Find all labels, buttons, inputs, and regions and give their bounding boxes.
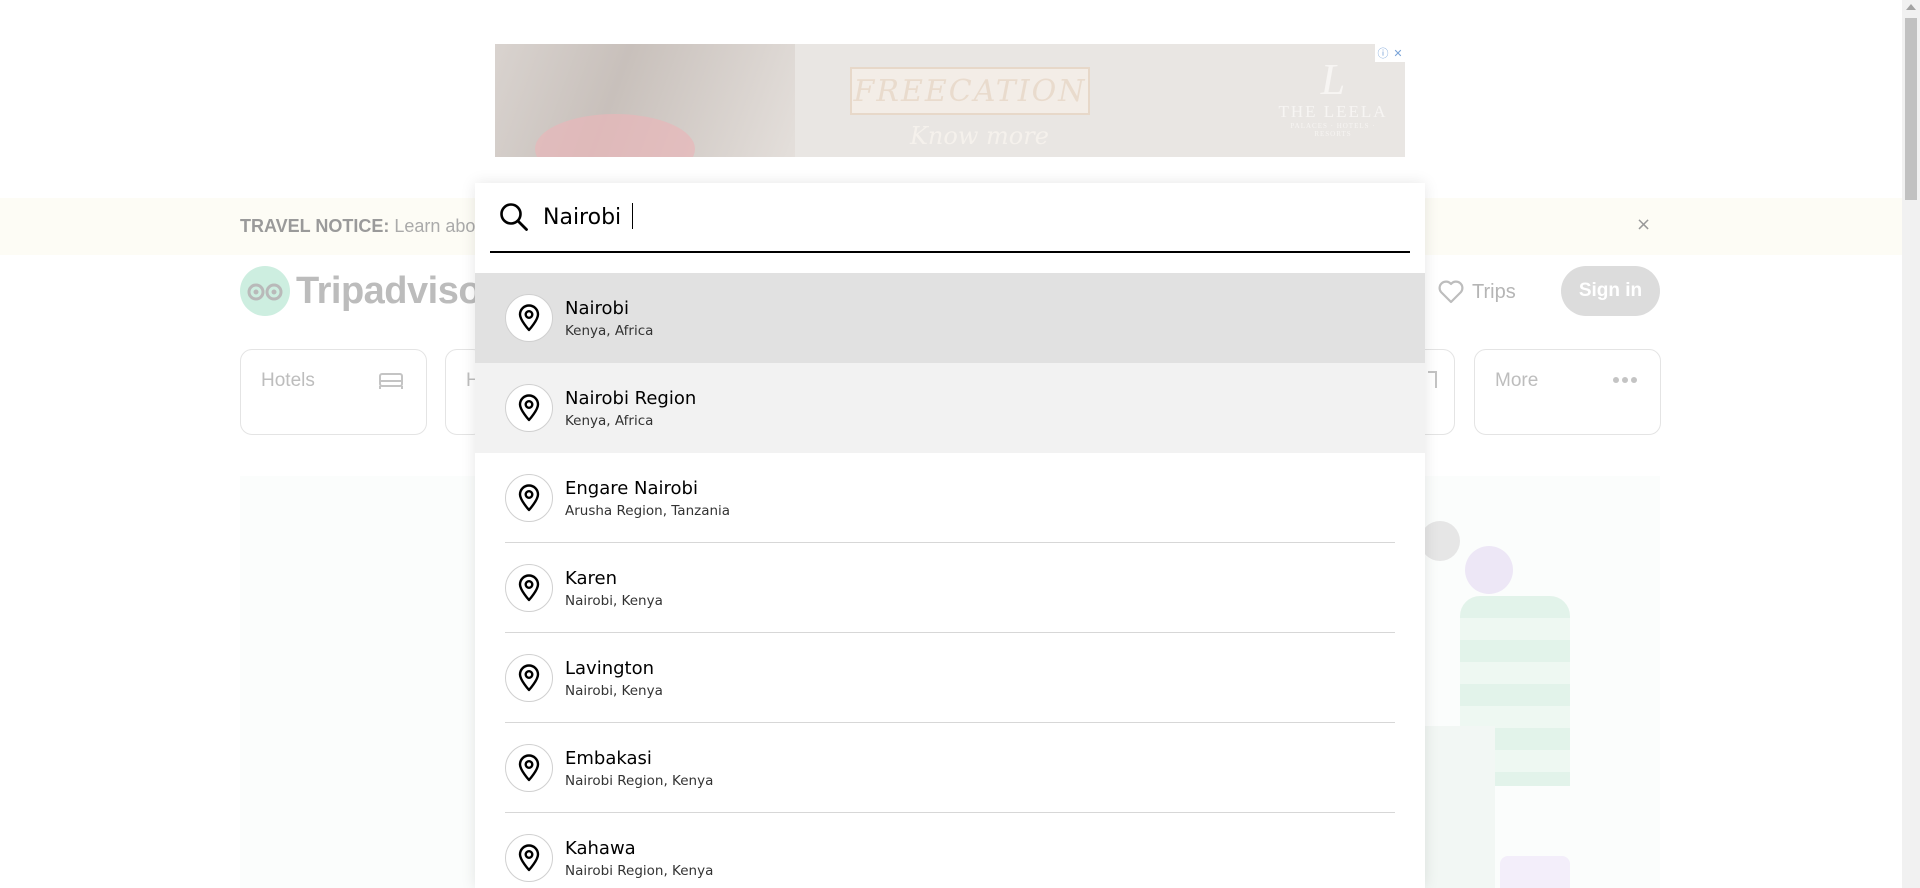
result-title: Lavington <box>565 658 655 679</box>
ad-brand-name: THE LEELA <box>1278 102 1388 121</box>
search-dropdown-panel: Nairobi Kenya, Africa Nairobi Region Ken… <box>475 183 1425 888</box>
search-result-item[interactable]: Embakasi Nairobi Region, Kenya <box>475 723 1425 813</box>
notice-close-icon[interactable]: × <box>1636 214 1651 235</box>
scroll-up-arrow-icon[interactable] <box>1906 4 1916 10</box>
ad-brand-mark: L <box>1320 55 1346 104</box>
travel-notice-text: TRAVEL NOTICE: Learn abo <box>240 216 475 237</box>
search-icon <box>498 201 530 237</box>
advertisement-banner[interactable]: FREECATION Know more L THE LEELA PALACES… <box>495 44 1405 157</box>
scrollbar-thumb[interactable] <box>1905 18 1917 200</box>
illustration-head-2 <box>1465 546 1513 594</box>
category-hotels-label: Hotels <box>261 370 315 391</box>
ad-tagline[interactable]: Know more <box>910 122 1049 150</box>
search-result-item[interactable]: Engare Nairobi Arusha Region, Tanzania <box>475 453 1425 543</box>
result-title: Nairobi <box>565 298 629 319</box>
text-caret <box>632 203 633 229</box>
category-more-label: More <box>1495 370 1539 391</box>
ad-info-icon[interactable]: ⓘ <box>1377 45 1388 61</box>
search-input[interactable] <box>543 197 1393 237</box>
result-title: Nairobi Region <box>565 388 697 409</box>
result-subtitle: Nairobi, Kenya <box>565 683 663 699</box>
location-pin-icon <box>505 654 553 702</box>
ad-choices-icon[interactable]: ⓘ ✕ <box>1375 44 1405 62</box>
result-subtitle: Nairobi Region, Kenya <box>565 863 714 879</box>
location-pin-icon <box>505 474 553 522</box>
search-result-item[interactable]: Karen Nairobi, Kenya <box>475 543 1425 633</box>
illustration-legs <box>1415 726 1495 888</box>
result-subtitle: Kenya, Africa <box>565 323 654 339</box>
location-pin-icon <box>505 384 553 432</box>
logo-text: Tripadvisor <box>296 269 496 312</box>
illustration-suitcase <box>1500 856 1570 888</box>
sign-in-button[interactable]: Sign in <box>1561 266 1660 316</box>
location-pin-icon <box>505 564 553 612</box>
travel-notice-label: TRAVEL NOTICE: <box>240 216 390 236</box>
more-dots-icon <box>1612 370 1638 389</box>
search-result-item[interactable]: Nairobi Region Kenya, Africa <box>475 363 1425 453</box>
result-subtitle: Nairobi, Kenya <box>565 593 663 609</box>
trips-button[interactable]: Trips <box>1438 278 1516 306</box>
ad-brand-logo: L THE LEELA PALACES · HOTELS · RESORTS <box>1273 55 1393 139</box>
result-subtitle: Kenya, Africa <box>565 413 654 429</box>
travel-notice-link[interactable]: Learn abo <box>394 216 475 236</box>
result-title: Engare Nairobi <box>565 478 698 499</box>
result-title: Embakasi <box>565 748 652 769</box>
result-title: Karen <box>565 568 618 589</box>
category-partial-icon <box>1426 370 1438 394</box>
search-result-item[interactable]: Kahawa Nairobi Region, Kenya <box>475 813 1425 888</box>
result-title: Kahawa <box>565 838 636 859</box>
ad-brand-sub: PALACES · HOTELS · RESORTS <box>1290 122 1376 138</box>
search-bar[interactable] <box>490 183 1410 253</box>
location-pin-icon <box>505 834 553 882</box>
result-subtitle: Arusha Region, Tanzania <box>565 503 731 519</box>
ad-headline: FREECATION <box>850 67 1090 115</box>
owl-logo-icon <box>240 266 290 316</box>
trips-label: Trips <box>1472 280 1516 303</box>
heart-icon <box>1438 280 1464 304</box>
result-subtitle: Nairobi Region, Kenya <box>565 773 714 789</box>
bed-icon <box>378 370 404 394</box>
search-result-item[interactable]: Nairobi Kenya, Africa <box>475 273 1425 363</box>
illustration-head <box>1420 521 1460 561</box>
location-pin-icon <box>505 294 553 342</box>
tripadvisor-logo[interactable]: Tripadvisor <box>240 266 496 316</box>
category-hotels[interactable]: Hotels <box>240 349 427 435</box>
ad-close-icon[interactable]: ✕ <box>1393 47 1402 60</box>
search-result-item[interactable]: Lavington Nairobi, Kenya <box>475 633 1425 723</box>
category-more[interactable]: More <box>1474 349 1661 435</box>
location-pin-icon <box>505 744 553 792</box>
search-results-list: Nairobi Kenya, Africa Nairobi Region Ken… <box>475 273 1425 888</box>
